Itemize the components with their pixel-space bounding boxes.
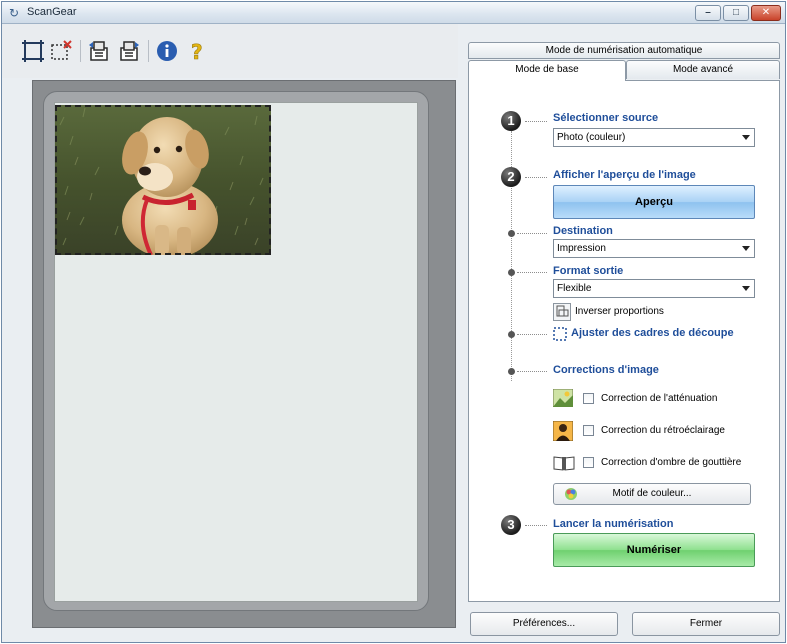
output-size-select-value: Flexible — [557, 283, 592, 294]
color-pattern-icon — [565, 488, 577, 500]
info-button[interactable] — [154, 38, 180, 64]
title-bar: ↻ ScanGear – □ ✕ — [2, 2, 785, 24]
output-size-select[interactable]: Flexible — [553, 279, 755, 298]
basic-mode-panel: 1 Sélectionner source Photo (couleur) 2 … — [468, 80, 780, 602]
tab-advanced-mode[interactable]: Mode avancé — [626, 60, 780, 79]
invert-ratio-icon — [556, 305, 569, 317]
preview-button[interactable]: Aperçu — [553, 185, 755, 219]
rotate-left-icon — [89, 41, 108, 61]
image-corrections-heading: Corrections d'image — [553, 364, 659, 376]
backlight-correction-checkbox[interactable] — [583, 425, 594, 436]
sub-step-dot — [508, 331, 515, 338]
step-dots — [525, 177, 547, 178]
preferences-button[interactable]: Préférences... — [470, 612, 618, 636]
step-dots — [517, 371, 547, 372]
step-3-badge: 3 — [501, 515, 521, 535]
step-dots — [517, 233, 547, 234]
scangear-app-icon: ↻ — [9, 6, 20, 20]
destination-heading: Destination — [553, 225, 613, 237]
gutter-shadow-correction-checkbox[interactable] — [583, 457, 594, 468]
rotate-right-icon — [120, 41, 139, 61]
crop-frame-icon — [553, 327, 567, 341]
gutter-shadow-correction-icon — [553, 456, 575, 471]
sub-step-dot — [508, 230, 515, 237]
settings-panel: Mode de numérisation automatique Mode de… — [468, 42, 784, 602]
tab-basic-mode[interactable]: Mode de base — [468, 60, 626, 81]
window-title: ScanGear — [27, 6, 77, 18]
invert-ratio-label: Inverser proportions — [575, 306, 664, 317]
maximize-button[interactable]: □ — [723, 5, 749, 21]
remove-crop-button[interactable] — [48, 38, 74, 64]
scan-button[interactable]: Numériser — [553, 533, 755, 567]
source-select-value: Photo (couleur) — [557, 132, 626, 143]
backlight-correction-icon — [553, 421, 573, 441]
destination-select-value: Impression — [557, 243, 606, 254]
step-dots — [517, 272, 547, 273]
sub-step-dot — [508, 269, 515, 276]
chevron-down-icon — [742, 246, 750, 251]
chevron-down-icon — [742, 135, 750, 140]
fading-correction-icon — [553, 389, 573, 407]
auto-crop-icon — [22, 40, 44, 62]
step-2-heading: Afficher l'aperçu de l'image — [553, 169, 696, 181]
toolbar-separator — [148, 40, 149, 62]
remove-crop-icon — [51, 40, 72, 60]
tab-auto-scan-mode[interactable]: Mode de numérisation automatique — [468, 42, 780, 59]
fading-correction-checkbox[interactable] — [583, 393, 594, 404]
gutter-shadow-correction-label: Correction d'ombre de gouttière — [601, 457, 742, 468]
preview-area — [32, 80, 456, 628]
chevron-down-icon — [742, 286, 750, 291]
platen-frame — [43, 91, 429, 611]
step-2-badge: 2 — [501, 167, 521, 187]
invert-ratio-button[interactable] — [553, 303, 571, 321]
help-icon: ? — [191, 40, 203, 63]
step-1-badge: 1 — [501, 111, 521, 131]
close-button[interactable]: Fermer — [632, 612, 780, 636]
step-dots — [525, 525, 547, 526]
step-dots — [517, 334, 547, 335]
rotate-right-button[interactable] — [116, 38, 142, 64]
info-icon — [157, 41, 177, 61]
auto-crop-button[interactable] — [20, 38, 46, 64]
adjust-crop-frames-link[interactable]: Ajuster des cadres de découpe — [571, 327, 734, 339]
minimize-icon: – — [705, 7, 711, 18]
backlight-correction-label: Correction du rétroéclairage — [601, 425, 725, 436]
destination-select[interactable]: Impression — [553, 239, 755, 258]
step-1-heading: Sélectionner source — [553, 112, 659, 124]
rotate-left-button[interactable] — [86, 38, 112, 64]
scanner-platen[interactable] — [54, 102, 418, 602]
color-pattern-label: Motif de couleur... — [612, 488, 692, 499]
step-dots — [525, 121, 547, 122]
close-window-button[interactable]: ✕ — [751, 5, 781, 21]
close-icon: ✕ — [761, 7, 771, 18]
scangear-window: ↻ ScanGear – □ ✕ ? Mode de numérisation … — [1, 1, 786, 643]
help-button[interactable]: ? — [184, 38, 210, 64]
svg-text:?: ? — [191, 40, 203, 63]
window-controls: – □ ✕ — [695, 5, 781, 21]
minimize-button[interactable]: – — [695, 5, 721, 21]
source-select[interactable]: Photo (couleur) — [553, 128, 755, 147]
maximize-icon: □ — [732, 7, 740, 18]
output-size-heading: Format sortie — [553, 265, 624, 277]
step-3-heading: Lancer la numérisation — [553, 518, 674, 530]
crop-frame[interactable] — [55, 105, 271, 255]
toolbar: ? — [2, 24, 458, 78]
sub-step-dot — [508, 368, 515, 375]
fading-correction-label: Correction de l'atténuation — [601, 393, 718, 404]
color-pattern-button[interactable]: Motif de couleur... — [553, 483, 751, 505]
toolbar-separator — [80, 40, 81, 62]
